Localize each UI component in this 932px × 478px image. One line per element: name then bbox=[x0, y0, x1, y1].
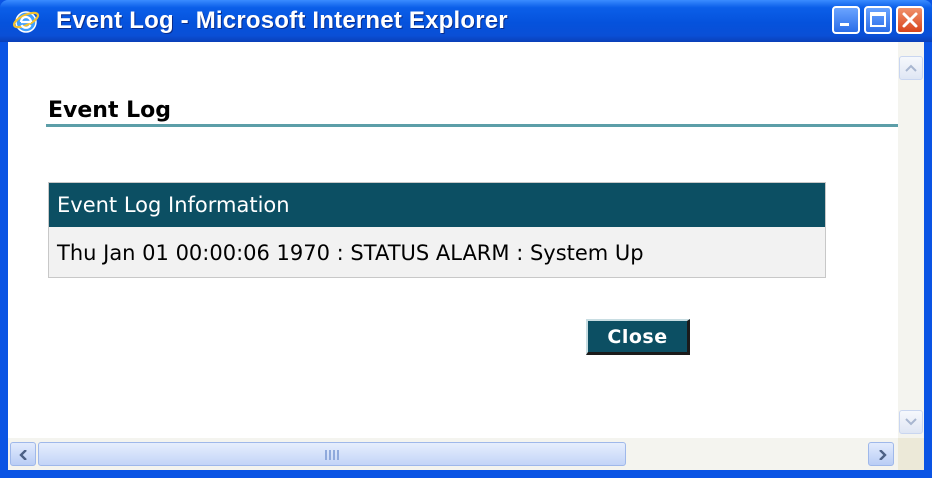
close-button[interactable]: Close bbox=[586, 319, 690, 355]
window-title: Event Log - Microsoft Internet Explorer bbox=[56, 7, 508, 34]
page-title: Event Log bbox=[48, 98, 172, 123]
close-window-button[interactable] bbox=[896, 6, 924, 34]
event-log-table: Event Log Information Thu Jan 01 00:00:0… bbox=[48, 182, 826, 278]
horizontal-scrollbar[interactable] bbox=[8, 438, 898, 470]
scroll-left-icon[interactable] bbox=[10, 442, 36, 466]
scroll-up-icon[interactable] bbox=[899, 56, 923, 80]
scroll-right-icon[interactable] bbox=[868, 442, 894, 466]
minimize-button[interactable] bbox=[832, 6, 860, 34]
title-divider bbox=[46, 124, 898, 127]
title-bar[interactable]: Event Log - Microsoft Internet Explorer bbox=[0, 0, 932, 42]
table-row: Thu Jan 01 00:00:06 1970 : STATUS ALARM … bbox=[49, 231, 825, 275]
vertical-scrollbar[interactable] bbox=[898, 42, 924, 438]
client-area: Event Log Event Log Information Thu Jan … bbox=[8, 42, 924, 470]
scroll-down-icon[interactable] bbox=[899, 410, 923, 434]
page-content: Event Log Event Log Information Thu Jan … bbox=[8, 42, 898, 438]
table-header: Event Log Information bbox=[49, 183, 825, 227]
browser-window: Event Log - Microsoft Internet Explorer … bbox=[0, 0, 932, 478]
maximize-button[interactable] bbox=[864, 6, 892, 34]
scrollbar-corner bbox=[898, 438, 924, 470]
internet-explorer-icon bbox=[12, 7, 40, 35]
horizontal-scroll-thumb[interactable] bbox=[38, 442, 626, 466]
grip-icon bbox=[325, 450, 341, 460]
